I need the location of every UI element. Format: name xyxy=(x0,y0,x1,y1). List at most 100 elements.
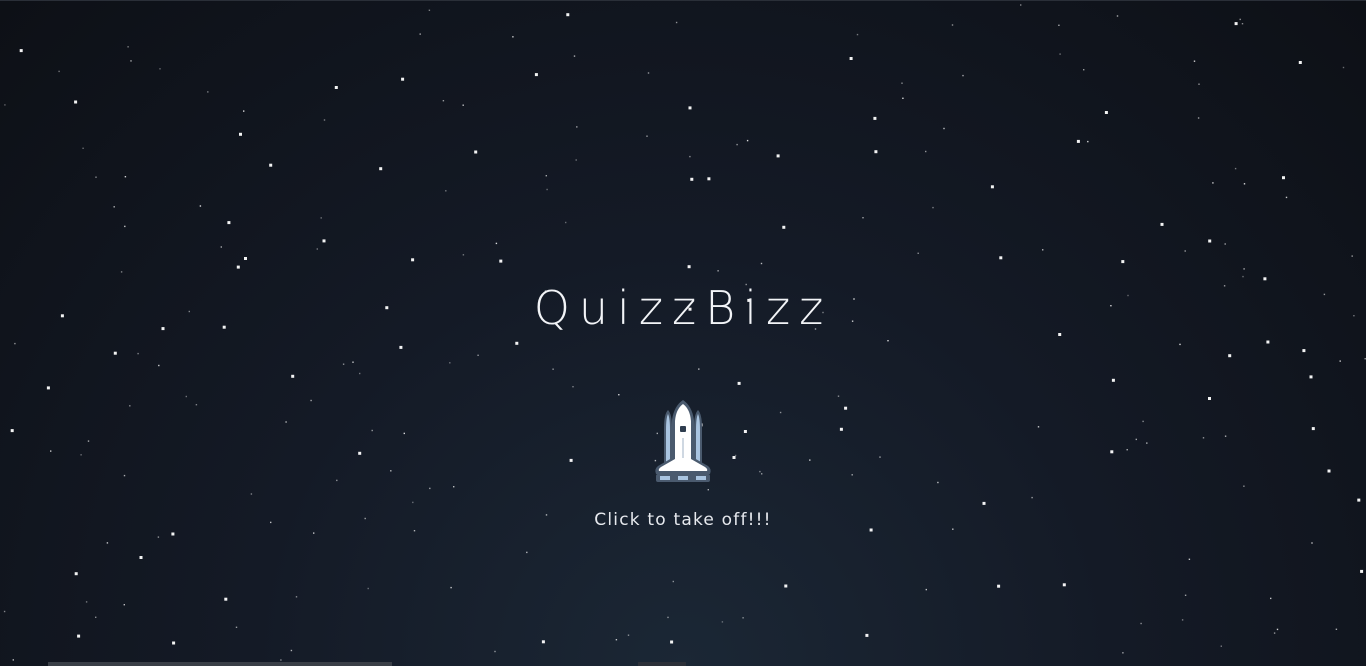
launch-button[interactable]: Click to take off!!! xyxy=(583,398,783,543)
star xyxy=(566,13,570,17)
star xyxy=(952,528,954,530)
take-off-label: Click to take off!!! xyxy=(594,510,772,530)
star xyxy=(419,33,421,35)
star xyxy=(1193,60,1196,62)
star xyxy=(647,72,650,74)
star xyxy=(1020,4,1022,6)
star xyxy=(760,262,763,265)
star xyxy=(322,239,326,243)
star xyxy=(1234,22,1238,26)
bottom-scroll-indicator xyxy=(48,662,392,666)
star xyxy=(575,159,577,161)
star xyxy=(1104,111,1108,114)
star xyxy=(1234,167,1237,170)
star xyxy=(1184,594,1187,596)
star xyxy=(736,143,738,146)
star xyxy=(412,501,414,504)
star xyxy=(74,100,78,104)
star xyxy=(379,167,383,171)
star xyxy=(413,530,416,532)
star xyxy=(990,185,994,189)
star xyxy=(495,242,498,245)
star xyxy=(474,150,478,154)
star xyxy=(618,394,620,396)
star xyxy=(1188,558,1191,560)
star xyxy=(687,265,691,269)
star xyxy=(1309,375,1313,379)
star xyxy=(1208,239,1212,243)
star xyxy=(236,265,240,269)
star xyxy=(688,106,692,110)
star xyxy=(1135,438,1137,441)
star xyxy=(269,163,273,167)
star xyxy=(1083,69,1085,71)
star xyxy=(390,470,392,472)
star xyxy=(124,225,126,228)
star xyxy=(14,342,16,345)
star xyxy=(717,270,719,272)
star xyxy=(207,91,209,93)
star xyxy=(159,68,161,70)
star xyxy=(1302,349,1306,353)
star xyxy=(157,536,160,538)
star xyxy=(113,206,115,208)
star xyxy=(1058,24,1060,26)
star xyxy=(776,154,780,158)
star xyxy=(1241,23,1244,25)
star xyxy=(997,584,1001,588)
star xyxy=(123,474,126,477)
star xyxy=(358,451,362,455)
star xyxy=(139,556,143,559)
star xyxy=(449,362,451,364)
star xyxy=(937,481,939,484)
star xyxy=(239,132,242,136)
star xyxy=(1224,435,1227,437)
star xyxy=(999,256,1003,260)
star xyxy=(95,616,97,618)
star xyxy=(129,405,131,407)
star xyxy=(675,21,678,24)
star xyxy=(1360,569,1364,573)
star xyxy=(87,440,90,442)
star xyxy=(323,119,326,121)
star xyxy=(1198,83,1200,85)
star xyxy=(545,175,547,177)
star xyxy=(445,190,447,192)
star xyxy=(839,427,843,431)
star xyxy=(453,486,455,488)
star xyxy=(698,368,700,370)
star xyxy=(707,177,711,181)
star xyxy=(646,135,648,137)
star xyxy=(565,221,567,224)
star xyxy=(1224,243,1226,245)
star xyxy=(1184,250,1186,252)
star xyxy=(572,386,574,388)
star xyxy=(313,532,315,534)
star xyxy=(552,368,554,370)
star xyxy=(721,621,724,623)
star xyxy=(499,259,503,263)
star xyxy=(887,340,889,342)
star xyxy=(1076,139,1080,143)
star xyxy=(429,487,431,490)
star xyxy=(1327,469,1331,473)
star xyxy=(1202,437,1205,439)
star xyxy=(902,97,904,99)
star xyxy=(782,225,786,229)
star xyxy=(951,24,954,26)
star xyxy=(627,634,630,636)
star xyxy=(450,586,452,589)
star xyxy=(1270,597,1272,600)
star xyxy=(120,271,123,273)
star xyxy=(690,177,694,181)
star xyxy=(235,626,238,628)
star xyxy=(352,361,354,363)
star xyxy=(19,49,23,53)
star xyxy=(573,55,576,57)
star xyxy=(477,354,479,356)
star xyxy=(1276,628,1279,631)
star xyxy=(336,479,338,482)
star xyxy=(689,155,691,158)
star xyxy=(546,188,548,191)
star xyxy=(917,252,919,254)
